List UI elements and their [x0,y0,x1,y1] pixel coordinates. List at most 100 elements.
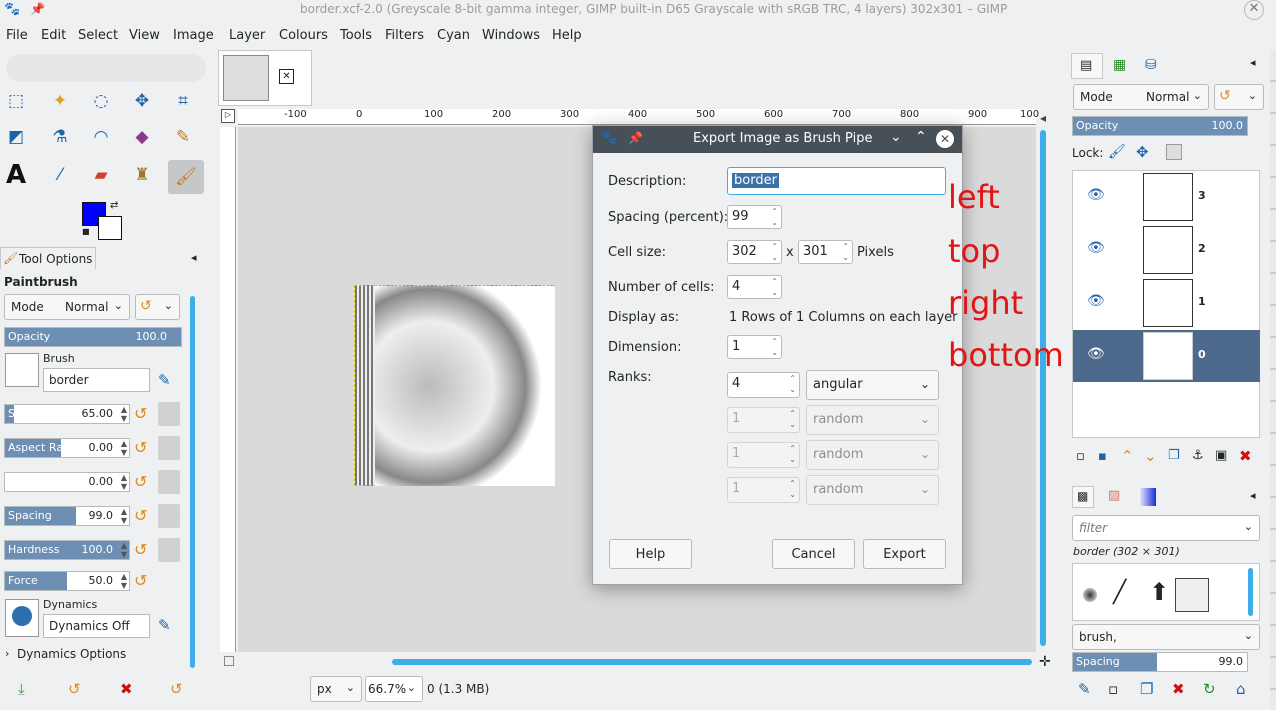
layer-row-selected[interactable]: 👁 0 [1073,330,1260,382]
rank-spinbox-2[interactable]: 1 ⌃ ⌄ [727,407,800,433]
fuzzy-brush-icon[interactable] [1083,588,1097,602]
force-slider[interactable]: Force 50.0 ▲ ▼ [4,571,130,591]
dialog-pin-icon[interactable]: 📌 [628,131,643,145]
menu-layer[interactable]: Layer [229,28,265,43]
brush-name-field[interactable]: border [43,368,150,392]
spacing-spinbox[interactable]: 99 ⌃ ⌄ [727,205,782,229]
menu-edit[interactable]: Edit [41,28,66,43]
edit-brush-icon[interactable]: ✎ [158,371,171,389]
brush-tag-combo[interactable]: brush, ⌄ [1072,624,1260,650]
menu-filters[interactable]: Filters [385,28,424,43]
spin-arrows-icon[interactable]: ▲ ▼ [121,473,127,491]
clone-icon[interactable]: ♜ [129,162,155,188]
restore-tool-preset-icon[interactable]: ↺ [68,680,81,698]
mode-select[interactable]: Mode Normal ⌄ [4,294,130,320]
visibility-eye-icon[interactable]: 👁 [1087,240,1105,256]
tab-paths[interactable]: ⛁ [1138,53,1168,79]
link-spacing-icon[interactable] [158,504,180,528]
brush-preview[interactable] [5,353,39,387]
bucket-fill-icon[interactable]: ◆ [129,124,155,150]
opacity-slider[interactable]: Opacity 100.0 [4,327,182,347]
tab-patterns[interactable]: ▨ [1104,486,1126,508]
anchor-layer-icon[interactable]: ⚓ [1192,448,1204,463]
menu-tools[interactable]: Tools [340,28,372,43]
layer-row[interactable]: 👁 2 [1073,224,1260,276]
close-window-icon[interactable]: ✕ [1244,0,1264,20]
tab-tool-options[interactable]: 🖌 Tool Options [0,247,96,269]
mode-reset-select[interactable]: ↺ ⌄ [135,294,180,320]
rank-spinbox-3[interactable]: 1 ⌃ ⌄ [727,442,800,468]
dialog-close-icon[interactable]: ✕ [936,130,954,148]
delete-tool-preset-icon[interactable]: ✖ [120,680,133,698]
edit-dynamics-icon[interactable]: ✎ [158,616,171,634]
reset-hardness-icon[interactable]: ↺ [134,540,147,559]
color-picker-icon[interactable]: ⁄ [47,162,73,188]
border-brush-thumbnail[interactable] [1175,578,1209,612]
rank-spinbox-4[interactable]: 1 ⌃ ⌄ [727,477,800,503]
warp-icon[interactable]: ⚗ [47,124,73,150]
layer-opacity-slider[interactable]: Opacity 100.0 [1072,116,1248,136]
size-slider[interactable]: Size 65.00 ▲ ▼ [4,404,130,424]
rank-select-4[interactable]: random ⌄ [806,475,939,505]
reset-aspect-icon[interactable]: ↺ [134,438,147,457]
spin-arrows-icon[interactable]: ▲ ▼ [121,507,127,525]
heal-icon[interactable]: ✎ [170,124,196,150]
spin-arrows-icon[interactable]: ⌃ ⌄ [771,276,778,298]
panel-menu-icon[interactable]: ◂ [191,251,197,264]
lock-alpha-icon[interactable] [1166,144,1182,160]
spin-arrows-icon[interactable]: ⌃ ⌄ [789,443,796,465]
link-aspect-icon[interactable] [158,436,180,460]
visibility-eye-icon[interactable]: 👁 [1087,293,1105,309]
spin-arrows-icon[interactable]: ⌃ ⌄ [789,373,796,395]
cell-width-spinbox[interactable]: 302 ⌃ ⌄ [727,240,782,264]
help-button[interactable]: Help [609,539,692,569]
dynamics-options-expander[interactable]: Dynamics Options [17,647,126,661]
quick-mask-toggle-icon[interactable]: ▷ [221,109,235,123]
menu-image[interactable]: Image [173,28,214,43]
minimize-icon[interactable]: ⌄ [890,129,902,145]
image-tab[interactable]: ✕ [218,50,312,106]
refresh-brushes-icon[interactable]: ↻ [1203,680,1216,698]
arrow-brush-icon[interactable]: ⬆ [1149,578,1169,606]
text-tool-icon[interactable]: A [3,160,29,190]
dynamics-preview-icon[interactable] [5,599,39,637]
save-tool-preset-icon[interactable]: ⤓ [18,680,25,698]
export-button[interactable]: Export [863,539,946,569]
canvas-vscrollbar[interactable] [1040,130,1046,646]
link-size-icon[interactable] [158,402,180,426]
pin-icon[interactable]: 📌 [30,2,45,16]
reset-tool-options-icon[interactable]: ↺ [170,680,183,698]
zoom-select[interactable]: 66.7% ⌄ [365,676,423,702]
pencil-brush-icon[interactable]: ╱ [1113,580,1126,605]
rank-select-3[interactable]: random ⌄ [806,440,939,470]
new-layer-icon[interactable]: ▪ [1098,449,1107,464]
canvas-hscrollbar[interactable] [392,659,1032,665]
brush-grid[interactable]: ╱ ⬆ [1072,563,1260,621]
eraser-icon[interactable]: ▰ [88,162,114,188]
tab-brushes[interactable]: ▩ [1072,486,1094,508]
spin-arrows-icon[interactable]: ⌃ ⌄ [771,206,778,228]
description-input[interactable]: border [727,167,946,195]
lock-pixels-icon[interactable]: 🖌 [1108,144,1126,160]
bg-color-swatch[interactable] [98,216,122,240]
lower-layer-icon[interactable]: ⌄ [1144,447,1157,465]
reset-spacing-icon[interactable]: ↺ [134,506,147,525]
reset-size-icon[interactable]: ↺ [134,404,147,423]
menu-help[interactable]: Help [552,28,582,43]
layer-row[interactable]: 👁 1 [1073,277,1260,329]
chevron-right-icon[interactable]: › [5,647,9,660]
open-brush-folder-icon[interactable]: ⌂ [1236,680,1246,698]
edit-brush-icon[interactable]: ✎ [1078,680,1091,698]
toggle-mask-icon[interactable] [224,656,234,666]
raise-layer-icon[interactable]: ⌃ [1121,447,1134,465]
spin-arrows-icon[interactable]: ⌃ ⌄ [771,241,778,263]
delete-layer-icon[interactable]: ✖ [1239,447,1252,465]
panel-menu-icon[interactable]: ◂ [1250,489,1256,502]
hardness-slider[interactable]: Hardness 100.0 ▲ ▼ [4,540,130,560]
rank-select-1[interactable]: angular ⌄ [806,370,939,400]
duplicate-layer-icon[interactable]: ❐ [1168,448,1180,463]
crop-icon[interactable]: ⌗ [170,88,196,114]
menu-cyan[interactable]: Cyan [437,28,470,43]
layer-mode-select[interactable]: Mode Normal ⌄ [1073,84,1209,110]
layer-row[interactable]: 👁 3 [1073,171,1260,223]
